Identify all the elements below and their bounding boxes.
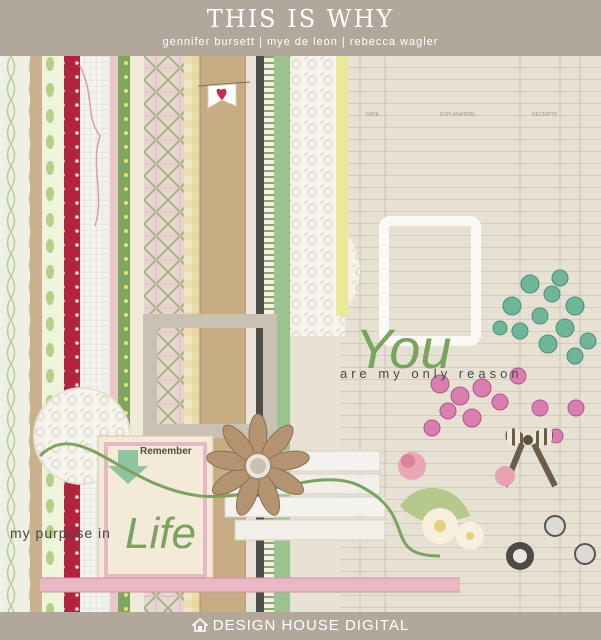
word-art-purpose: my purpose in <box>10 525 111 541</box>
scrapbook-kit-preview: THIS IS WHY gennifer bursett | mye de le… <box>0 0 601 640</box>
brand-name: DESIGN HOUSE DIGITAL <box>212 617 410 634</box>
ledger-col-date: DATE <box>366 112 380 118</box>
pink-lace-trim <box>40 578 460 592</box>
word-art-reason: are my only reason <box>340 366 523 381</box>
word-art-life: Life <box>125 509 196 558</box>
ledger-col-receipts: RECEIPTS <box>532 112 558 118</box>
header-banner: THIS IS WHY gennifer bursett | mye de le… <box>0 0 601 56</box>
ledger-col-explanation: EXPLANATION <box>440 112 475 118</box>
house-logo-icon <box>191 618 208 632</box>
remember-text: Remember <box>140 446 192 457</box>
designer-credits: gennifer bursett | mye de leon | rebecca… <box>162 36 439 48</box>
kit-artwork: DATE EXPLANATION RECEIPTS Remember You a… <box>0 56 601 612</box>
kit-title: THIS IS WHY <box>206 5 395 33</box>
paper-yellow <box>336 56 348 316</box>
footer-brand-bar: DESIGN HOUSE DIGITAL <box>0 612 601 640</box>
